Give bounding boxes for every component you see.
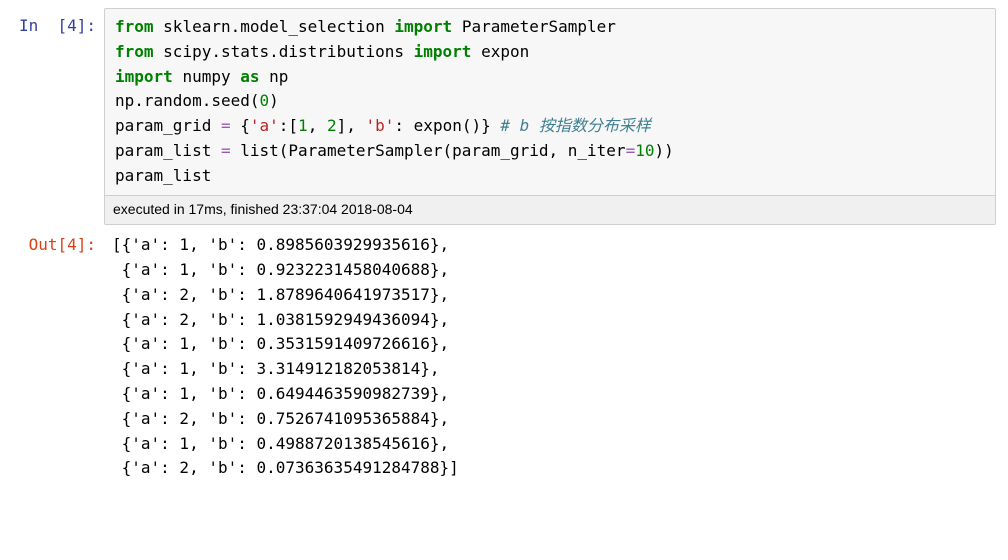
number-literal: 1 bbox=[298, 116, 308, 135]
number-literal: 0 bbox=[260, 91, 270, 110]
module-name: sklearn.model_selection bbox=[163, 17, 385, 36]
module-name: numpy bbox=[182, 67, 230, 86]
code-text: np.random.seed( bbox=[115, 91, 260, 110]
output-line: {'a': 2, 'b': 0.07363635491284788}] bbox=[112, 458, 459, 477]
import-name: ParameterSampler bbox=[462, 17, 616, 36]
comment: # b 按指数分布采样 bbox=[500, 116, 651, 135]
kw-import: import bbox=[115, 67, 173, 86]
code-input-area[interactable]: from sklearn.model_selection import Para… bbox=[104, 8, 996, 225]
kw-as: as bbox=[240, 67, 259, 86]
output-text[interactable]: [{'a': 1, 'b': 0.8985603929935616}, {'a'… bbox=[104, 227, 996, 481]
output-line: {'a': 1, 'b': 3.314912182053814}, bbox=[112, 359, 440, 378]
code-text: :[ bbox=[279, 116, 298, 135]
string-literal: 'b' bbox=[366, 116, 395, 135]
code-text: param_list bbox=[115, 166, 211, 185]
output-line: [{'a': 1, 'b': 0.8985603929935616}, bbox=[112, 235, 449, 254]
code-text: )) bbox=[654, 141, 673, 160]
code-text: { bbox=[231, 116, 250, 135]
import-name: expon bbox=[481, 42, 529, 61]
output-line: {'a': 2, 'b': 1.0381592949436094}, bbox=[112, 310, 449, 329]
code-text: param_list bbox=[115, 141, 221, 160]
input-cell: In [4]: from sklearn.model_selection imp… bbox=[12, 8, 996, 225]
equals-op: = bbox=[221, 141, 231, 160]
code-text: ], bbox=[337, 116, 366, 135]
output-line: {'a': 1, 'b': 0.4988720138545616}, bbox=[112, 434, 449, 453]
output-line: {'a': 1, 'b': 0.3531591409726616}, bbox=[112, 334, 449, 353]
alias-name: np bbox=[269, 67, 288, 86]
code-text: ) bbox=[269, 91, 279, 110]
output-line: {'a': 2, 'b': 0.7526741095365884}, bbox=[112, 409, 449, 428]
kw-import: import bbox=[414, 42, 472, 61]
number-literal: 2 bbox=[327, 116, 337, 135]
output-line: {'a': 1, 'b': 0.6494463590982739}, bbox=[112, 384, 449, 403]
code-text: : expon()} bbox=[394, 116, 500, 135]
code-text: list(ParameterSampler(param_grid, n_iter bbox=[231, 141, 626, 160]
kw-from: from bbox=[115, 42, 154, 61]
notebook: In [4]: from sklearn.model_selection imp… bbox=[0, 0, 1008, 497]
string-literal: 'a' bbox=[250, 116, 279, 135]
code-text: , bbox=[308, 116, 327, 135]
module-name: scipy.stats.distributions bbox=[163, 42, 404, 61]
in-prompt: In [4]: bbox=[12, 8, 104, 39]
equals-op: = bbox=[626, 141, 636, 160]
equals-op: = bbox=[221, 116, 231, 135]
output-line: {'a': 2, 'b': 1.8789640641973517}, bbox=[112, 285, 449, 304]
number-literal: 10 bbox=[635, 141, 654, 160]
output-line: {'a': 1, 'b': 0.9232231458040688}, bbox=[112, 260, 449, 279]
kw-from: from bbox=[115, 17, 154, 36]
out-prompt: Out[4]: bbox=[12, 227, 104, 258]
output-cell: Out[4]: [{'a': 1, 'b': 0.898560392993561… bbox=[12, 227, 996, 481]
code-text: param_grid bbox=[115, 116, 221, 135]
execution-meta: executed in 17ms, finished 23:37:04 2018… bbox=[105, 195, 995, 225]
code-block[interactable]: from sklearn.model_selection import Para… bbox=[105, 9, 995, 195]
kw-import: import bbox=[394, 17, 452, 36]
